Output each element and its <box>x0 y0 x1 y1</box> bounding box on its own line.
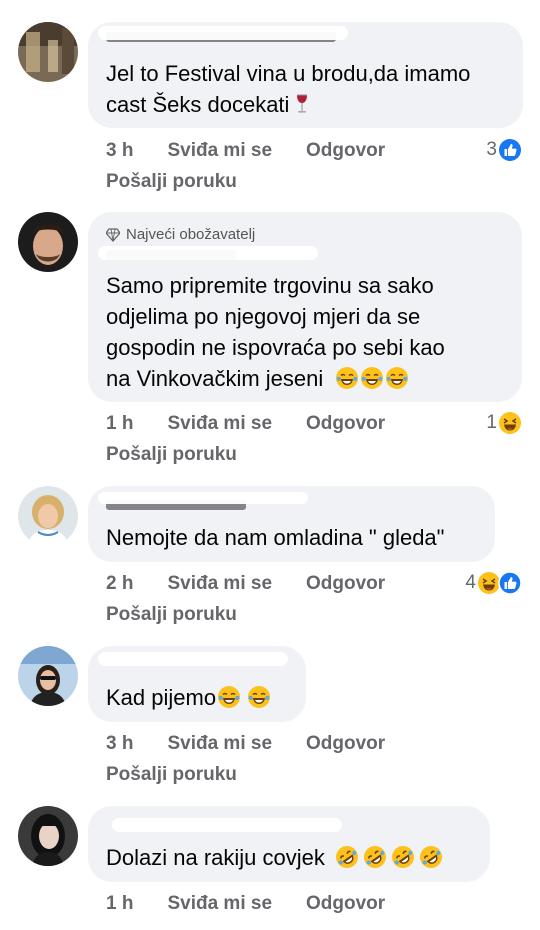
badge-label: Najveći obožavatelj <box>126 226 256 243</box>
comment-bubble: Kad pijemo <box>88 646 306 722</box>
tears-of-joy-icon <box>247 685 271 709</box>
like-button[interactable]: Sviđa mi se <box>167 140 272 162</box>
redaction-mark <box>98 246 318 260</box>
like-button[interactable]: Sviđa mi se <box>167 413 272 435</box>
reaction-summary[interactable]: 1 <box>486 411 522 435</box>
comment-actions: 1 h Sviđa mi se Odgovor <box>106 893 419 915</box>
commenter-avatar[interactable] <box>18 806 78 866</box>
wine-glass-icon <box>290 92 314 116</box>
reply-button[interactable]: Odgovor <box>306 413 385 435</box>
comment-text: Kad pijemo <box>106 682 271 713</box>
timestamp[interactable]: 1 h <box>106 893 133 915</box>
send-message-button[interactable]: Pošalji poruku <box>106 444 237 466</box>
like-button[interactable]: Sviđa mi se <box>167 893 272 915</box>
commenter-avatar[interactable] <box>18 22 78 82</box>
reaction-summary[interactable]: 4 <box>465 571 522 595</box>
timestamp[interactable]: 3 h <box>106 733 133 755</box>
comment-actions: 2 h Sviđa mi se Odgovor <box>106 573 419 595</box>
commenter-avatar[interactable] <box>18 646 78 706</box>
send-message-button[interactable]: Pošalji poruku <box>106 604 237 626</box>
comment-text: Dolazi na rakiju covjek <box>106 842 443 873</box>
reply-button[interactable]: Odgovor <box>306 573 385 595</box>
comment-bubble: Dolazi na rakiju covjek <box>88 806 490 882</box>
like-button[interactable]: Sviđa mi se <box>167 733 272 755</box>
like-icon <box>498 571 522 595</box>
timestamp[interactable]: 1 h <box>106 413 133 435</box>
top-fan-badge: Najveći obožavatelj <box>106 226 255 243</box>
send-message-button[interactable]: Pošalji poruku <box>106 171 237 193</box>
comment-bubble: Nemojte da nam omladina " gleda" <box>88 486 495 562</box>
comment-bubble: Najveći obožavatelj Samo pripremite trgo… <box>88 212 522 402</box>
like-button[interactable]: Sviđa mi se <box>167 573 272 595</box>
comment-actions: 3 h Sviđa mi se Odgovor <box>106 733 419 755</box>
redaction-mark <box>98 492 308 504</box>
comment-text: Samo pripremite trgovinu sa sako odjelim… <box>106 273 445 391</box>
timestamp[interactable]: 2 h <box>106 573 133 595</box>
comment-actions: 3 h Sviđa mi se Odgovor <box>106 140 419 162</box>
comment-text: Jel to Festival vina u brodu,da imamo ca… <box>106 61 471 117</box>
rofl-icon <box>391 845 415 869</box>
like-icon <box>498 138 522 162</box>
redaction-mark <box>112 818 342 832</box>
commenter-avatar[interactable] <box>18 486 78 546</box>
diamond-icon <box>106 227 120 242</box>
reaction-count: 1 <box>486 412 497 433</box>
reply-button[interactable]: Odgovor <box>306 140 385 162</box>
send-message-button[interactable]: Pošalji poruku <box>106 764 237 786</box>
tears-of-joy-icon <box>335 366 359 390</box>
redaction-mark <box>98 26 348 40</box>
rofl-icon <box>419 845 443 869</box>
rofl-icon <box>335 845 359 869</box>
comment-text: Nemojte da nam omladina " gleda" <box>106 525 445 550</box>
comment-bubble: Jel to Festival vina u brodu,da imamo ca… <box>88 22 523 128</box>
comment-actions: 1 h Sviđa mi se Odgovor <box>106 413 419 435</box>
tears-of-joy-icon <box>360 366 384 390</box>
reaction-count: 3 <box>486 139 497 160</box>
redaction-mark <box>98 652 288 666</box>
timestamp[interactable]: 3 h <box>106 140 133 162</box>
reply-button[interactable]: Odgovor <box>306 893 385 915</box>
haha-icon <box>498 411 522 435</box>
reaction-summary[interactable]: 3 <box>486 138 522 162</box>
rofl-icon <box>363 845 387 869</box>
tears-of-joy-icon <box>385 366 409 390</box>
tears-of-joy-icon <box>217 685 241 709</box>
reply-button[interactable]: Odgovor <box>306 733 385 755</box>
reaction-count: 4 <box>465 572 476 593</box>
commenter-avatar[interactable] <box>18 212 78 272</box>
